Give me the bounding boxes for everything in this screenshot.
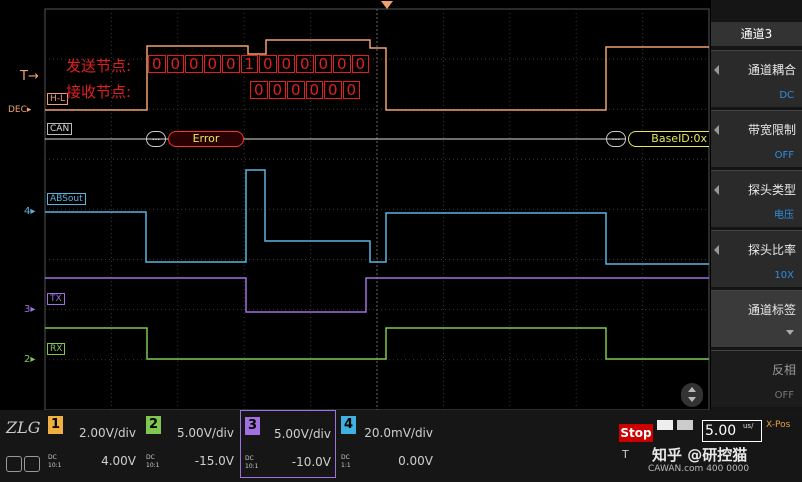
- xpos-label: X-Pos: [766, 420, 791, 430]
- recv-node-label: 接收节点:: [66, 83, 132, 101]
- chevron-left-icon: [714, 245, 719, 255]
- volts-per-div: 20.0mV/div: [364, 426, 433, 440]
- offset-value: -15.0V: [194, 454, 234, 468]
- softkey-probe-type[interactable]: 探头类型 电压: [711, 170, 802, 227]
- send-node-label: 发送节点:: [66, 57, 132, 75]
- decode-idle-marker-1: ...: [146, 131, 166, 147]
- volts-per-div: 5.00V/div: [273, 427, 331, 441]
- chevron-left-icon: [714, 125, 719, 135]
- bit-value: 0: [305, 81, 323, 99]
- channel-number-badge: 4: [341, 416, 356, 434]
- chevron-left-icon: [714, 65, 719, 75]
- decode-baseid-box[interactable]: BaseID:0x: [628, 131, 709, 147]
- bit-value: 0: [250, 81, 268, 99]
- probe-ratio-label: 10:1: [245, 463, 259, 470]
- bit-value: 0: [185, 55, 203, 73]
- decode-baseid-text: BaseID:0x: [651, 132, 707, 145]
- ch2-level-marker[interactable]: 2▸: [24, 354, 35, 365]
- zoom-icon[interactable]: [6, 456, 22, 472]
- trace-label-tx[interactable]: TX: [47, 293, 65, 305]
- channel-1-status[interactable]: 1 DC 10:1 2.00V/div 4.00V: [44, 410, 140, 478]
- bit-value: 0: [351, 55, 369, 73]
- bit-value: 1: [240, 55, 258, 73]
- chevron-up-icon: [688, 387, 696, 392]
- offset-value: 4.00V: [101, 454, 136, 468]
- watermark-small: CAWAN.com 400 0000: [648, 464, 750, 474]
- volts-per-div: 2.00V/div: [78, 426, 136, 440]
- bit-value: 0: [268, 81, 286, 99]
- softkey-probe-ratio[interactable]: 探头比率 10X: [711, 230, 802, 287]
- softkey-bandwidth-limit[interactable]: 带宽限制 OFF: [711, 110, 802, 167]
- timebase-value: 5.00: [705, 423, 737, 439]
- channel-menu-panel: 通道3 通道耦合 DC 带宽限制 OFF 探头类型 电压 探头比率 10X 通道…: [711, 0, 802, 410]
- bit-value: 0: [342, 81, 360, 99]
- coupling-label: DC: [48, 454, 57, 461]
- bit-value: 0: [203, 55, 221, 73]
- bit-value: 0: [222, 55, 240, 73]
- bit-value: 0: [314, 55, 332, 73]
- trace-label-hl[interactable]: H-L: [47, 93, 69, 105]
- brand-logo: ZLG: [6, 418, 41, 437]
- decode-error-text: Error: [192, 132, 220, 145]
- recv-node-bits: 000000: [250, 81, 361, 99]
- channel-number-badge: 1: [48, 416, 63, 434]
- watermark-text: 知乎 @研控猫: [652, 446, 748, 464]
- trace-label-can[interactable]: CAN: [47, 123, 73, 135]
- coupling-label: DC: [146, 454, 155, 461]
- probe-ratio-label: 10:1: [48, 462, 62, 469]
- offset-value: -10.0V: [291, 455, 331, 469]
- scroll-down-button[interactable]: [681, 383, 703, 407]
- offset-value: 0.00V: [398, 454, 433, 468]
- bit-value: 0: [287, 81, 305, 99]
- volts-per-div: 5.00V/div: [176, 426, 234, 440]
- trigger-icon: T: [622, 448, 629, 461]
- ch4-level-marker[interactable]: 4▸: [24, 206, 35, 217]
- bit-value: 0: [296, 55, 314, 73]
- chevron-left-icon: [714, 185, 719, 195]
- bit-value: 0: [333, 55, 351, 73]
- timebase-unit: us/: [743, 422, 754, 430]
- timebase-box[interactable]: 5.00 us/: [702, 420, 762, 442]
- run-stop-button[interactable]: Stop: [619, 424, 653, 442]
- oscilloscope-screen: T→ DEC▸ 4▸ 3▸ 2▸ H-L CAN ABSout TX RX Er…: [0, 0, 802, 482]
- channel-2-status[interactable]: 2 DC 10:1 5.00V/div -15.0V: [142, 410, 238, 478]
- softkey-invert[interactable]: 反相 OFF: [711, 350, 802, 407]
- trace-label-absout[interactable]: ABSout: [47, 193, 86, 205]
- channel-number-badge: 3: [245, 417, 260, 435]
- channel-number-badge: 2: [146, 416, 161, 434]
- trace-label-rx[interactable]: RX: [47, 343, 66, 355]
- trigger-level-marker[interactable]: T→: [20, 69, 39, 84]
- probe-ratio-label: 1:1: [341, 462, 351, 469]
- bit-value: 0: [259, 55, 277, 73]
- coupling-label: DC: [245, 455, 254, 462]
- coupling-label: DC: [341, 454, 350, 461]
- chevron-down-icon: [786, 330, 794, 335]
- bit-value: 0: [148, 55, 166, 73]
- bit-value: 0: [166, 55, 184, 73]
- search-icon[interactable]: [24, 456, 40, 472]
- decode-error-box[interactable]: Error: [168, 131, 244, 147]
- decode-idle-marker-2: ...: [606, 131, 626, 147]
- memory-icon: [657, 420, 673, 430]
- ch3-level-marker[interactable]: 3▸: [24, 304, 35, 315]
- softkey-channel-coupling[interactable]: 通道耦合 DC: [711, 50, 802, 107]
- menu-title: 通道3: [711, 22, 802, 46]
- bit-value: 0: [277, 55, 295, 73]
- probe-ratio-label: 10:1: [146, 462, 160, 469]
- chevron-down-icon: [688, 397, 696, 402]
- channel-4-status[interactable]: 4 DC 1:1 20.0mV/div 0.00V: [337, 410, 437, 478]
- bit-value: 0: [324, 81, 342, 99]
- memory-icon-2: [677, 420, 693, 430]
- trigger-position-marker[interactable]: [381, 1, 393, 9]
- decode-marker[interactable]: DEC▸: [8, 105, 31, 115]
- send-node-bits: 000001000000: [148, 55, 370, 73]
- softkey-channel-label[interactable]: 通道标签: [711, 290, 802, 347]
- channel-3-status[interactable]: 3 DC 10:1 5.00V/div -10.0V: [240, 410, 336, 478]
